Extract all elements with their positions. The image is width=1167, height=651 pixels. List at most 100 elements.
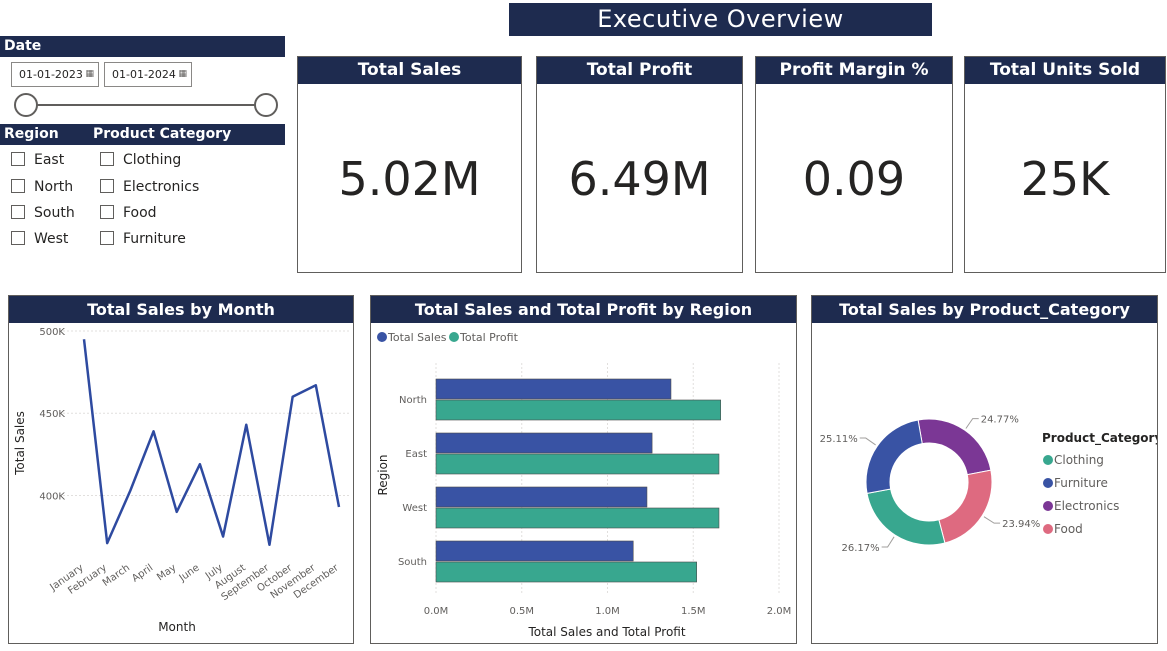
calendar-icon[interactable]: ▦ bbox=[85, 63, 94, 86]
category-slicer-header: Product Category bbox=[93, 126, 232, 142]
checkbox[interactable] bbox=[100, 231, 114, 245]
kpi-value: 25K bbox=[1020, 152, 1110, 206]
x-tick-label: 2.0M bbox=[767, 606, 792, 617]
checkbox[interactable] bbox=[11, 231, 25, 245]
option-label: West bbox=[34, 231, 69, 247]
slice-electronics[interactable] bbox=[917, 418, 992, 476]
bar-chart: Total Sales Total Profit North East West So… bbox=[376, 331, 792, 639]
x-tick-label: May bbox=[155, 562, 178, 583]
bar-sales[interactable] bbox=[435, 486, 648, 508]
date-range-track[interactable] bbox=[26, 104, 266, 106]
kpi-value: 6.49M bbox=[568, 152, 711, 206]
category-label: South bbox=[398, 557, 427, 568]
legend-marker-sales bbox=[377, 332, 387, 342]
sales-line bbox=[82, 339, 341, 547]
category-option-electronics[interactable]: Electronics bbox=[100, 178, 199, 196]
region-option-south[interactable]: South bbox=[11, 204, 75, 222]
date-slicer-header: Date bbox=[0, 36, 285, 57]
leader-line bbox=[881, 536, 895, 548]
kpi-card-total-units[interactable]: Total Units Sold 25K bbox=[964, 56, 1166, 273]
category-option-food[interactable]: Food bbox=[100, 204, 157, 222]
option-label: South bbox=[34, 205, 75, 221]
sales-profit-by-region-panel[interactable]: Total Sales and Total Profit by Region T… bbox=[370, 295, 797, 644]
region-option-west[interactable]: West bbox=[11, 230, 68, 248]
x-axis-title: Total Sales and Total Profit bbox=[527, 625, 685, 639]
category-option-clothing[interactable]: Clothing bbox=[100, 151, 181, 169]
checkbox[interactable] bbox=[11, 179, 25, 193]
checkbox[interactable] bbox=[100, 152, 114, 166]
kpi-label: Total Units Sold bbox=[965, 57, 1165, 84]
leader-line bbox=[983, 516, 1001, 524]
y-tick-label: 400K bbox=[39, 491, 65, 502]
category-option-furniture[interactable]: Furniture bbox=[100, 230, 186, 248]
kpi-card-total-sales[interactable]: Total Sales 5.02M bbox=[297, 56, 522, 273]
y-axis-title: Total Sales bbox=[13, 411, 27, 476]
y-tick-label: 450K bbox=[39, 409, 65, 420]
chart-title: Total Sales by Month bbox=[9, 296, 353, 323]
x-tick-label: 0.5M bbox=[509, 606, 534, 617]
chart-title: Total Sales by Product_Category bbox=[812, 296, 1157, 323]
slice-label: 24.77% bbox=[981, 415, 1019, 426]
region-option-east[interactable]: East bbox=[11, 151, 64, 169]
slice-food[interactable] bbox=[938, 469, 993, 544]
y-axis-title: Region bbox=[376, 454, 390, 495]
slice-furniture[interactable] bbox=[865, 419, 923, 494]
x-tick-label: 1.5M bbox=[681, 606, 706, 617]
kpi-value: 5.02M bbox=[338, 152, 481, 206]
legend-marker bbox=[1043, 501, 1053, 511]
page-title: Executive Overview bbox=[509, 3, 932, 36]
option-label: Clothing bbox=[123, 152, 182, 168]
donut-chart: 24.77% 23.94% 26.17% 25.11% Product_Categor… bbox=[820, 415, 1157, 554]
bar-sales[interactable] bbox=[435, 540, 634, 562]
region-option-north[interactable]: North bbox=[11, 178, 73, 196]
start-date-input[interactable]: 01-01-2023 ▦ bbox=[11, 62, 99, 87]
kpi-label: Total Profit bbox=[537, 57, 742, 84]
x-tick-label: 0.0M bbox=[424, 606, 449, 617]
legend-marker bbox=[1043, 455, 1053, 465]
bar-sales[interactable] bbox=[435, 432, 653, 454]
kpi-card-total-profit[interactable]: Total Profit 6.49M bbox=[536, 56, 743, 273]
kpi-label: Profit Margin % bbox=[756, 57, 952, 84]
legend-marker-profit bbox=[449, 332, 459, 342]
legend-label-sales: Total Sales bbox=[387, 331, 447, 344]
x-axis-title: Month bbox=[158, 620, 196, 634]
date-range-end-handle[interactable] bbox=[254, 93, 278, 117]
kpi-card-profit-margin[interactable]: Profit Margin % 0.09 bbox=[755, 56, 953, 273]
slice-clothing[interactable] bbox=[866, 488, 946, 546]
end-date-value: 01-01-2024 bbox=[112, 68, 176, 81]
bar-profit[interactable] bbox=[435, 561, 697, 583]
checkbox[interactable] bbox=[11, 205, 25, 219]
y-tick-label: 500K bbox=[39, 327, 65, 338]
date-range-start-handle[interactable] bbox=[14, 93, 38, 117]
legend-label: Electronics bbox=[1054, 499, 1119, 513]
bar-sales[interactable] bbox=[435, 378, 672, 400]
checkbox[interactable] bbox=[100, 179, 114, 193]
x-tick-label: April bbox=[130, 562, 155, 584]
start-date-value: 01-01-2023 bbox=[19, 68, 83, 81]
option-label: Electronics bbox=[123, 179, 200, 195]
bar-profit[interactable] bbox=[435, 399, 721, 421]
checkbox[interactable] bbox=[11, 152, 25, 166]
checkbox[interactable] bbox=[100, 205, 114, 219]
option-label: Food bbox=[123, 205, 157, 221]
option-label: North bbox=[34, 179, 74, 195]
leader-line bbox=[859, 437, 876, 446]
calendar-icon[interactable]: ▦ bbox=[178, 63, 187, 86]
x-tick-label: 1.0M bbox=[595, 606, 620, 617]
option-label: Furniture bbox=[123, 231, 186, 247]
sales-by-month-panel[interactable]: Total Sales by Month 400K 450K 500K Januar… bbox=[8, 295, 354, 644]
slice-label: 26.17% bbox=[842, 543, 880, 554]
category-label: East bbox=[405, 449, 427, 460]
end-date-input[interactable]: 01-01-2024 ▦ bbox=[104, 62, 192, 87]
region-slicer-header: Region bbox=[4, 126, 59, 142]
bar-profit[interactable] bbox=[435, 453, 720, 475]
category-label: West bbox=[402, 503, 427, 514]
slice-label: 23.94% bbox=[1002, 519, 1040, 530]
legend-label: Furniture bbox=[1054, 476, 1108, 490]
bar-profit[interactable] bbox=[435, 507, 720, 529]
sales-by-category-panel[interactable]: Total Sales by Product_Category 24.77% 23… bbox=[811, 295, 1158, 644]
kpi-value: 0.09 bbox=[802, 152, 906, 206]
x-tick-label: June bbox=[177, 562, 202, 584]
x-tick-label: March bbox=[101, 562, 132, 588]
slice-label: 25.11% bbox=[820, 434, 858, 445]
